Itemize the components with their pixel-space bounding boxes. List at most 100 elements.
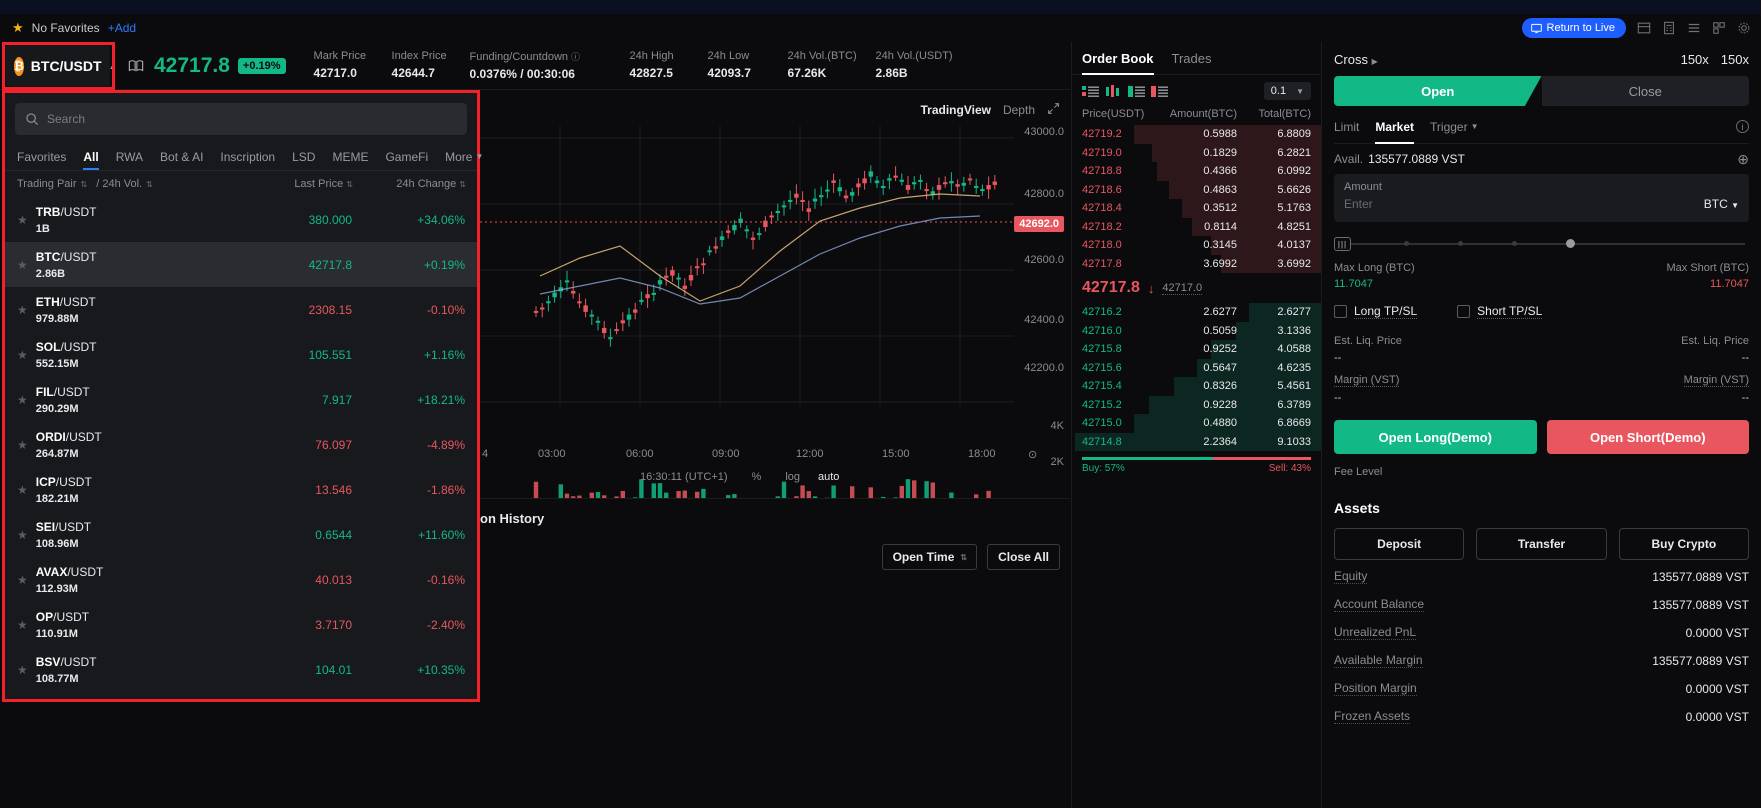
search-input[interactable]: Search bbox=[15, 103, 467, 135]
close-tab[interactable]: Close bbox=[1542, 76, 1750, 106]
list-icon[interactable] bbox=[1686, 21, 1701, 35]
market-row-avax[interactable]: ★AVAX/USDT112.93M40.013-0.16% bbox=[5, 557, 477, 602]
market-row-ordi[interactable]: ★ORDI/USDT264.87M76.097-4.89% bbox=[5, 422, 477, 467]
auto-toggle[interactable]: auto bbox=[818, 471, 839, 483]
ask-row[interactable]: 42717.83.69923.6992 bbox=[1072, 255, 1321, 274]
close-all-button[interactable]: Close All bbox=[987, 544, 1060, 570]
open-short-button[interactable]: Open Short(Demo) bbox=[1547, 420, 1750, 454]
category-tab-more[interactable]: More▼ bbox=[445, 142, 483, 172]
favorite-star-icon[interactable]: ★ bbox=[17, 483, 28, 497]
favorite-star-icon[interactable]: ★ bbox=[17, 663, 28, 677]
order-book-toggle-icon[interactable] bbox=[128, 58, 144, 73]
market-row-trb[interactable]: ★TRB/USDT1B380.000+34.06% bbox=[5, 197, 477, 242]
market-row-icp[interactable]: ★ICP/USDT182.21M13.546-1.86% bbox=[5, 467, 477, 512]
ask-row[interactable]: 42718.80.43666.0992 bbox=[1072, 162, 1321, 181]
favorite-star-icon[interactable]: ★ bbox=[17, 573, 28, 587]
percent-toggle[interactable]: % bbox=[752, 471, 762, 483]
depth-tab[interactable]: Depth bbox=[1003, 103, 1035, 117]
favorite-star-icon[interactable]: ★ bbox=[17, 303, 28, 317]
category-tab-rwa[interactable]: RWA bbox=[116, 142, 143, 172]
ask-row[interactable]: 42719.00.18296.2821 bbox=[1072, 144, 1321, 163]
open-tab[interactable]: Open bbox=[1334, 76, 1542, 106]
favorite-star-icon[interactable]: ★ bbox=[17, 213, 28, 227]
ask-row[interactable]: 42718.20.81144.8251 bbox=[1072, 218, 1321, 237]
add-favorite-link[interactable]: +Add bbox=[108, 21, 136, 35]
gear-icon[interactable] bbox=[1736, 21, 1751, 35]
market-row-sol[interactable]: ★SOL/USDT552.15M105.551+1.16% bbox=[5, 332, 477, 377]
favorite-star-icon[interactable]: ★ bbox=[17, 618, 28, 632]
category-tab-bot-ai[interactable]: Bot & AI bbox=[160, 142, 203, 172]
layout-icon[interactable] bbox=[1636, 21, 1651, 35]
slider-handle-end[interactable] bbox=[1566, 239, 1575, 248]
tick-size-select[interactable]: 0.1 ▼ bbox=[1264, 82, 1311, 100]
mode-asks-icon[interactable] bbox=[1151, 85, 1168, 98]
log-toggle[interactable]: log bbox=[785, 471, 800, 483]
category-tab-lsd[interactable]: LSD bbox=[292, 142, 315, 172]
category-tab-all[interactable]: All bbox=[83, 142, 98, 172]
category-tab-inscription[interactable]: Inscription bbox=[220, 142, 275, 172]
category-tab-favorites[interactable]: Favorites bbox=[17, 142, 66, 172]
favorite-star-icon[interactable]: ★ bbox=[17, 528, 28, 542]
order-type-limit[interactable]: Limit bbox=[1334, 110, 1359, 144]
col-trading-pair[interactable]: Trading Pair ⇅ / 24h Vol. ⇅ bbox=[17, 178, 217, 190]
favorite-star-icon[interactable]: ★ bbox=[17, 258, 28, 272]
tradingview-tab[interactable]: TradingView bbox=[921, 103, 991, 117]
amount-unit-select[interactable]: BTC ▼ bbox=[1704, 197, 1739, 211]
calculator-icon[interactable] bbox=[1661, 21, 1676, 35]
favorite-star-icon[interactable]: ★ bbox=[17, 438, 28, 452]
order-type-trigger[interactable]: Trigger▼ bbox=[1430, 110, 1479, 144]
mode-both-icon[interactable] bbox=[1082, 85, 1099, 98]
leverage-long[interactable]: 150x bbox=[1681, 52, 1709, 67]
market-row-bsv[interactable]: ★BSV/USDT108.77M104.01+10.35% bbox=[5, 647, 477, 689]
bid-row[interactable]: 42715.60.56474.6235 bbox=[1072, 359, 1321, 378]
bid-row[interactable]: 42715.00.48806.8669 bbox=[1072, 414, 1321, 433]
info-icon[interactable]: ⓘ bbox=[571, 50, 580, 63]
expand-icon[interactable] bbox=[1047, 102, 1060, 118]
amount-slider[interactable]: ||| bbox=[1334, 232, 1749, 258]
fee-level-label[interactable]: Fee Level bbox=[1334, 466, 1749, 478]
bid-row[interactable]: 42716.00.50593.1336 bbox=[1072, 322, 1321, 341]
slider-handle[interactable]: ||| bbox=[1334, 237, 1351, 251]
add-funds-icon[interactable]: ⊕ bbox=[1737, 151, 1749, 168]
pair-selector[interactable]: ₿ BTC/USDT ▲ bbox=[6, 46, 110, 86]
grid-icon[interactable] bbox=[1711, 21, 1726, 35]
favorite-star-icon[interactable]: ★ bbox=[17, 348, 28, 362]
mode-bids-icon[interactable] bbox=[1128, 85, 1145, 98]
bid-row[interactable]: 42715.80.92524.0588 bbox=[1072, 340, 1321, 359]
bid-row[interactable]: 42714.82.23649.1033 bbox=[1072, 433, 1321, 452]
short-tpsl-checkbox[interactable]: Short TP/SL bbox=[1457, 304, 1542, 319]
ob-tab-order-book[interactable]: Order Book bbox=[1082, 42, 1154, 75]
ask-row[interactable]: 42718.60.48635.6626 bbox=[1072, 181, 1321, 200]
transfer-button[interactable]: Transfer bbox=[1476, 528, 1606, 560]
market-row-sei[interactable]: ★SEI/USDT108.96M0.6544+11.60% bbox=[5, 512, 477, 557]
mode-candle-icon[interactable] bbox=[1105, 85, 1122, 98]
category-tab-gamefi[interactable]: GameFi bbox=[385, 142, 428, 172]
market-row-btc[interactable]: ★BTC/USDT2.86B42717.8+0.19% bbox=[5, 242, 477, 287]
return-to-live-button[interactable]: Return to Live bbox=[1522, 18, 1626, 38]
open-long-button[interactable]: Open Long(Demo) bbox=[1334, 420, 1537, 454]
bid-row[interactable]: 42715.20.92286.3789 bbox=[1072, 396, 1321, 415]
market-row-fil[interactable]: ★FIL/USDT290.29M7.917+18.21% bbox=[5, 377, 477, 422]
bid-row[interactable]: 42715.40.83265.4561 bbox=[1072, 377, 1321, 396]
ask-row[interactable]: 42718.40.35125.1763 bbox=[1072, 199, 1321, 218]
ob-tab-trades[interactable]: Trades bbox=[1172, 42, 1212, 75]
settings-icon[interactable]: ⊙ bbox=[1028, 448, 1037, 461]
order-type-market[interactable]: Market bbox=[1375, 110, 1414, 144]
margin-mode-selector[interactable]: Cross ▶ bbox=[1334, 52, 1378, 67]
open-time-sorter[interactable]: Open Time ⇅ bbox=[882, 544, 978, 570]
market-row-op[interactable]: ★OP/USDT110.91M3.7170-2.40% bbox=[5, 602, 477, 647]
deposit-button[interactable]: Deposit bbox=[1334, 528, 1464, 560]
col-24h-change[interactable]: 24h Change ⇅ bbox=[352, 178, 465, 190]
buy-crypto-button[interactable]: Buy Crypto bbox=[1619, 528, 1749, 560]
category-tab-meme[interactable]: MEME bbox=[332, 142, 368, 172]
leverage-short[interactable]: 150x bbox=[1721, 52, 1749, 67]
ask-row[interactable]: 42718.00.31454.0137 bbox=[1072, 236, 1321, 255]
col-last-price[interactable]: Last Price ⇅ bbox=[217, 178, 352, 190]
favorite-star-icon[interactable]: ★ bbox=[17, 393, 28, 407]
bid-row[interactable]: 42716.22.62772.6277 bbox=[1072, 303, 1321, 322]
ask-row[interactable]: 42719.20.59886.8809 bbox=[1072, 125, 1321, 144]
amount-input[interactable]: Amount Enter BTC ▼ bbox=[1334, 174, 1749, 222]
long-tpsl-checkbox[interactable]: Long TP/SL bbox=[1334, 304, 1417, 319]
info-icon[interactable]: i bbox=[1736, 120, 1749, 133]
market-row-eth[interactable]: ★ETH/USDT979.88M2308.15-0.10% bbox=[5, 287, 477, 332]
